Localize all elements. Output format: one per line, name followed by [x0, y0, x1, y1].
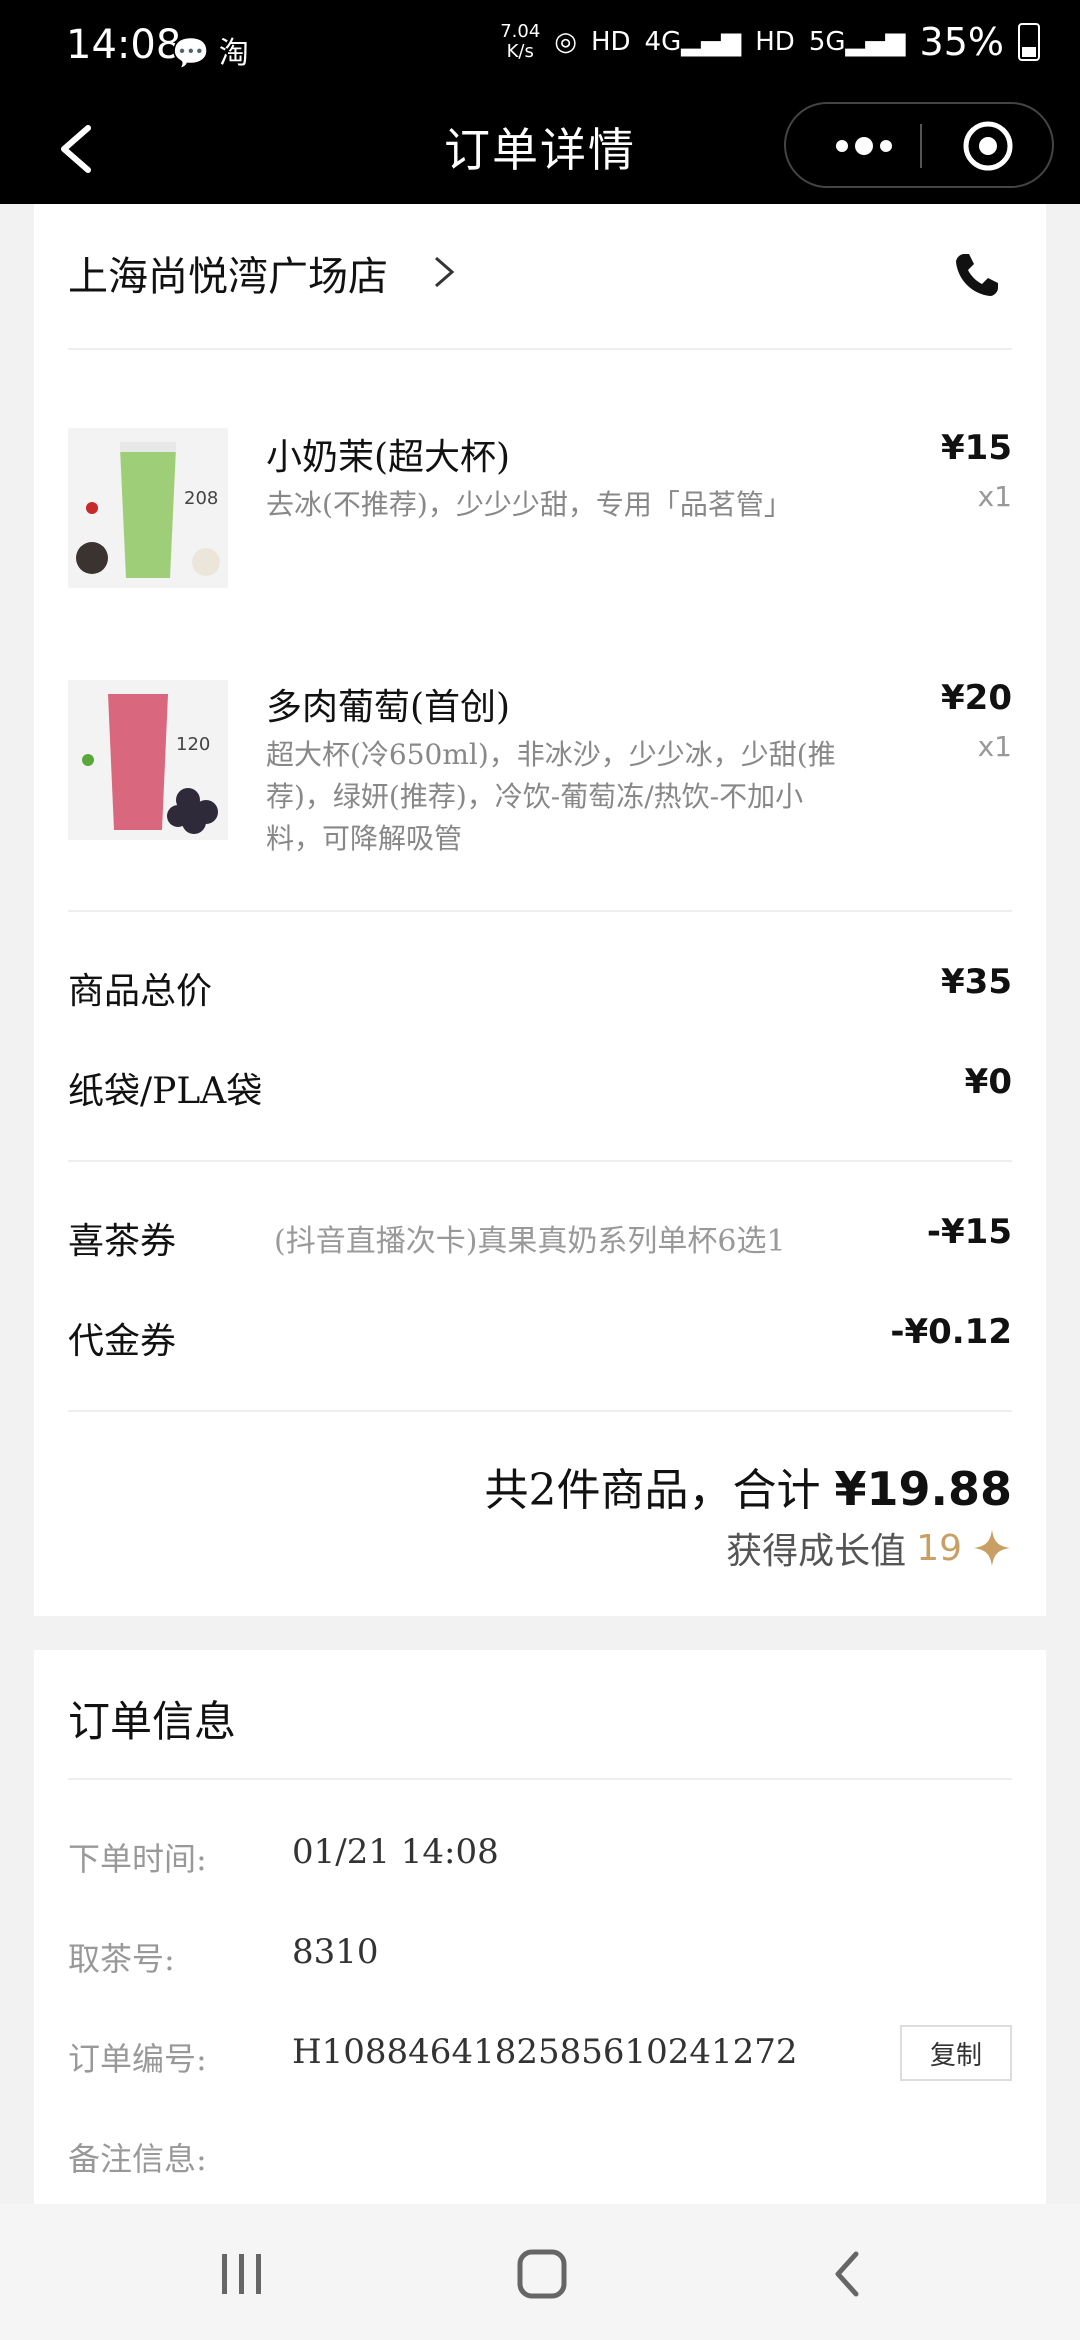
status-bar: 14:08 💬 淘 7.04 K/s ◎ HD 4G▂▄▆ HD 5G▂▄▆ 3… — [0, 0, 1080, 96]
item-price: ¥15 — [941, 428, 1012, 468]
item-spec: 超大杯(冷650ml)，非冰沙，少少冰，少甜(推荐)，绿妍(推荐)，冷饮-葡萄冻… — [266, 738, 836, 855]
divider — [68, 1410, 1012, 1412]
total-prefix: 共2件商品，合计 — [484, 1465, 821, 1516]
coupon-label: 喜茶券 — [68, 1221, 177, 1262]
coupon-description: (抖音直播次卡)真果真奶系列单杯6选1 — [274, 1224, 786, 1259]
hd-label: HD — [590, 27, 631, 57]
back-nav-icon[interactable] — [818, 2246, 878, 2302]
remark-label: 备注信息: — [68, 2140, 207, 2178]
capsule-divider — [920, 124, 922, 168]
cup-shape — [120, 448, 176, 578]
battery-icon — [1018, 23, 1040, 61]
growth-value: 19 — [916, 1527, 962, 1569]
growth-points: 获得成长值 19 — [726, 1522, 1012, 1574]
status-time: 14:08 — [66, 22, 182, 68]
battery-percent: 35% — [919, 20, 1004, 64]
divider — [68, 348, 1012, 350]
order-number-label: 订单编号: — [68, 2040, 207, 2078]
order-time-label: 下单时间: — [68, 1840, 207, 1878]
status-indicators: 7.04 K/s ◎ HD 4G▂▄▆ HD 5G▂▄▆ 35% — [500, 20, 1040, 64]
product-thumbnail: 208 — [68, 428, 228, 588]
system-nav-bar — [0, 2204, 1080, 2340]
hotspot-icon: ◎ — [554, 27, 577, 57]
nav-bar: 订单详情 — [0, 96, 1080, 204]
divider — [68, 910, 1012, 912]
item-price: ¥20 — [941, 678, 1012, 718]
voucher-value: -¥0.12 — [890, 1312, 1012, 1352]
pickup-number-value: 8310 — [292, 1932, 379, 1972]
more-icon[interactable] — [824, 118, 904, 174]
recent-apps-icon[interactable] — [212, 2246, 272, 2302]
home-icon[interactable] — [512, 2246, 572, 2302]
divider — [68, 1160, 1012, 1162]
divider — [68, 1778, 1012, 1780]
cup-shape — [108, 694, 168, 830]
mini-program-capsule — [784, 102, 1054, 188]
network-speed: 7.04 K/s — [500, 21, 541, 62]
voucher-label: 代金券 — [68, 1321, 177, 1362]
order-info-title: 订单信息 — [68, 1697, 237, 1746]
order-number-value: H108846418258561024127​2 — [292, 2032, 798, 2072]
goods-total-value: ¥35 — [941, 962, 1012, 1002]
hd-label-2: HD — [755, 27, 795, 57]
signal-4g-icon: 4G▂▄▆ — [644, 27, 742, 57]
chevron-right-icon[interactable] — [430, 250, 458, 294]
order-total: 共2件商品，合计 ¥19.88 — [484, 1454, 1012, 1518]
copy-button[interactable]: 复制 — [900, 2025, 1012, 2081]
phone-icon[interactable] — [952, 250, 1002, 300]
order-time-value: 01/21 14:08 — [292, 1832, 499, 1872]
item-name: 多肉葡萄(首创) — [266, 687, 511, 728]
bag-label: 纸袋/PLA袋 — [68, 1071, 263, 1112]
sparkle-icon — [974, 1530, 1010, 1566]
svg-text:208: 208 — [184, 488, 218, 509]
growth-label: 获得成长值 — [726, 1531, 907, 1572]
signal-5g-icon: 5G▂▄▆ — [808, 27, 906, 57]
order-info-card: 订单信息 下单时间: 01/21 14:08 取茶号: 8310 订单编号: H… — [34, 1650, 1046, 2204]
order-card: 上海尚悦湾广场店 208 小奶茉(超大杯) 去冰(不推荐)，少少少甜，专用「品茗… — [34, 204, 1046, 1616]
total-amount: ¥19.88 — [834, 1462, 1012, 1516]
store-name[interactable]: 上海尚悦湾广场店 — [68, 244, 388, 302]
bag-value: ¥0 — [964, 1062, 1012, 1102]
item-qty: x1 — [977, 480, 1012, 513]
wechat-icon: 💬 淘 — [172, 36, 249, 71]
coupon-value: -¥15 — [926, 1212, 1012, 1252]
item-name: 小奶茉(超大杯) — [266, 437, 511, 478]
product-thumbnail: 120 — [68, 680, 228, 840]
goods-total-label: 商品总价 — [68, 971, 213, 1012]
item-spec: 去冰(不推荐)，少少少甜，专用「品茗管」 — [266, 488, 792, 521]
close-target-icon[interactable] — [962, 120, 1014, 172]
svg-text:120: 120 — [176, 734, 210, 755]
pickup-number-label: 取茶号: — [68, 1940, 175, 1978]
item-qty: x1 — [977, 730, 1012, 763]
